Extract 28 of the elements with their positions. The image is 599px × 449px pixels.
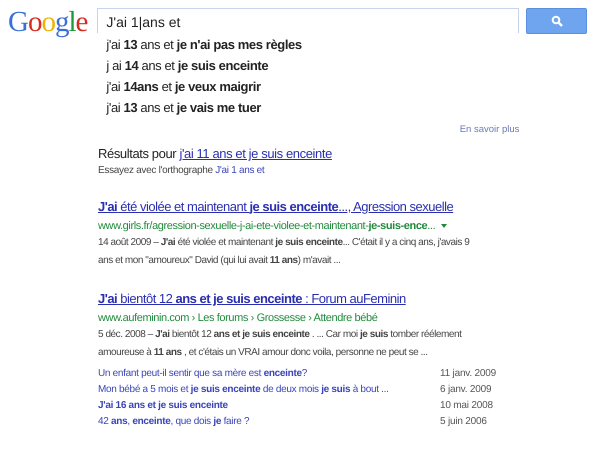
thread-date: 11 janv. 2009 (440, 367, 496, 381)
result-url: www.girls.fr/agression-sexuelle-j-ai-ete-violee-et-maintenant-je-suis-ence... (98, 219, 436, 234)
thread-date: 10 mai 2008 (440, 399, 494, 413)
learn-more-link[interactable]: En savoir plus (460, 124, 520, 135)
result-snippet: 14 août 2009 – J'ai été violée et maintenant je suis enceinte... C'était il y a cinq ans, j'avais 9 ans et mon "amoureux" David (qui lui avait 11 ans) m'avait ... (98, 236, 470, 268)
thread-date: 6 janv. 2009 (440, 383, 492, 397)
corrected-query-link[interactable]: j'ai 11 ans et je suis enceinte (179, 146, 332, 161)
search-field[interactable]: J'ai 1|ans et (97, 8, 519, 33)
forum-thread-link[interactable]: Un enfant peut-il sentir que sa mère est enceinte? (98, 366, 440, 382)
dropdown-icon[interactable] (441, 224, 448, 228)
forum-thread-link[interactable]: J'ai 16 ans et je suis enceinte (98, 398, 440, 414)
result-title[interactable]: J'ai bientôt 12 ans et je suis enceinte : Forum auFeminin (98, 290, 478, 310)
suggestion[interactable]: j ai 14 ans et je suis enceinte (97, 55, 588, 76)
forum-thread-link[interactable]: 42 ans, enceinte, que dois je faire ? (98, 414, 440, 430)
logo: Google (8, 6, 88, 38)
spelling-label: Essayez avec l'orthographe (98, 165, 213, 176)
suggestion[interactable]: j'ai 14ans et je veux maigrir (97, 76, 588, 97)
results-for-label: Résultats pour (98, 146, 176, 161)
search-button[interactable] (526, 8, 588, 34)
original-query-link[interactable]: J'ai 1 ans et (215, 165, 264, 176)
suggestion[interactable]: j'ai 13 ans et je vais me tuer (97, 97, 588, 118)
result-title[interactable]: J'ai été violée et maintenant je suis enceinte..., Agression sexuelle (98, 198, 478, 218)
result-url: www.aufeminin.com › Les forums › Grossesse › Attendre bébé (98, 311, 378, 326)
thread-date: 5 juin 2006 (440, 415, 488, 429)
search-icon (550, 15, 563, 27)
suggestion[interactable]: j'ai 13 ans et je n'ai pas mes règles (97, 34, 588, 55)
result-snippet: 5 déc. 2008 – J'ai bientôt 12 ans et je suis enceinte . ... Car moi je suis tomber réélement amoureuse à 11 ans , et c'étais un VRAI amour donc voila, personne ne peut se ... (98, 328, 463, 360)
forum-thread-link[interactable]: Mon bébé a 5 mois et je suis enceinte de deux mois je suis à bout ... (98, 382, 440, 398)
